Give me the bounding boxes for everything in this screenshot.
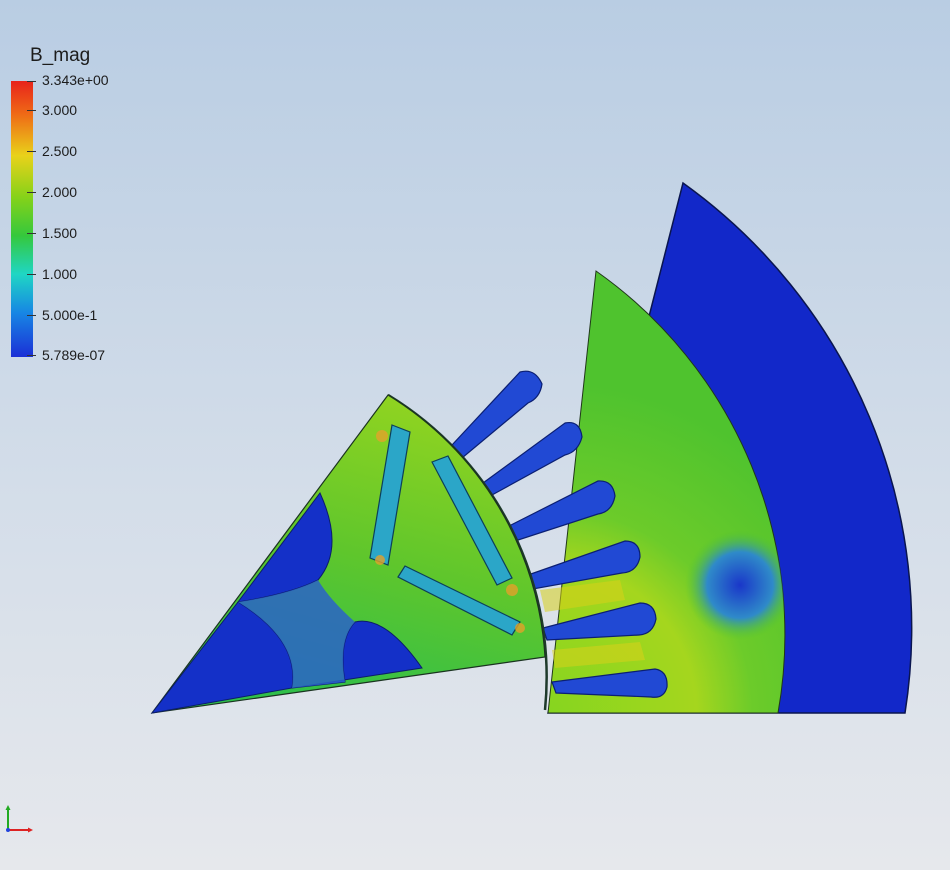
legend-label: 2.500	[42, 143, 78, 159]
legend-tick	[27, 151, 36, 152]
axes-triad-icon	[5, 805, 33, 833]
legend-label: 3.000	[42, 102, 78, 118]
color-legend: B_mag 3.343e+00 3.000 2.500 2.000 1.500 …	[0, 0, 200, 380]
legend-label: 5.000e-1	[42, 307, 98, 323]
magnetic-flux-mesh[interactable]	[150, 181, 913, 714]
legend-label: 1.000	[42, 266, 78, 282]
legend-tick	[27, 110, 36, 111]
legend-title: B_mag	[30, 45, 91, 66]
legend-max-label: 3.343e+00	[42, 72, 109, 88]
legend-label: 1.500	[42, 225, 78, 241]
legend-tick	[27, 233, 36, 234]
legend-tick	[27, 192, 36, 193]
stator-slot	[482, 421, 583, 496]
legend-tick	[27, 274, 36, 275]
legend-tick	[27, 315, 36, 316]
legend-tick	[27, 355, 36, 356]
stator-slot	[451, 370, 543, 459]
legend-label: 2.000	[42, 184, 78, 200]
legend-tick	[27, 81, 36, 82]
legend-min-label: 5.789e-07	[42, 347, 106, 363]
